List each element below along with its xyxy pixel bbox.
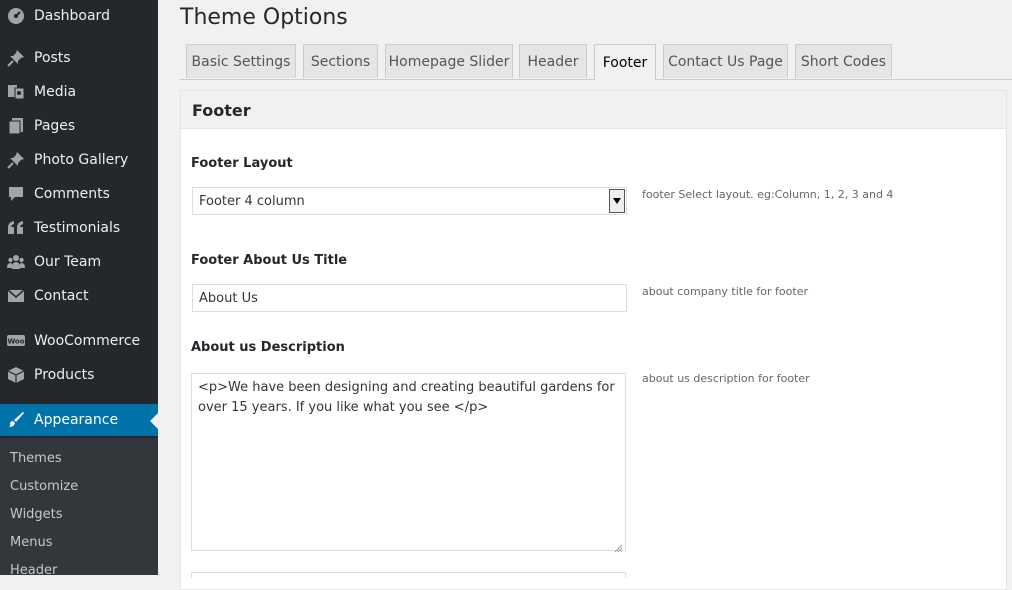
tab-sections[interactable]: Sections bbox=[303, 44, 378, 78]
sidebar-item-woocommerce[interactable]: Woo WooCommerce bbox=[0, 325, 158, 357]
sidebar-item-label: Appearance bbox=[34, 412, 119, 428]
sidebar-item-pages[interactable]: Pages bbox=[0, 110, 158, 142]
pin-icon bbox=[7, 49, 25, 67]
box-icon bbox=[7, 366, 25, 384]
submenu-item-menus[interactable]: Menus bbox=[10, 535, 52, 550]
submenu-item-customize[interactable]: Customize bbox=[10, 479, 78, 494]
sidebar-item-label: Testimonials bbox=[34, 220, 121, 236]
page-title: Theme Options bbox=[180, 5, 348, 30]
tab-footer[interactable]: Footer bbox=[594, 44, 656, 80]
appearance-submenu: Themes Customize Widgets Menus Header bbox=[0, 438, 158, 578]
sidebar-item-our-team[interactable]: Our Team bbox=[0, 246, 158, 278]
pin-icon bbox=[7, 151, 25, 169]
sidebar-item-label: Pages bbox=[34, 118, 76, 134]
brush-icon bbox=[7, 411, 25, 429]
about-description-value: <p>We have been designing and creating b… bbox=[198, 380, 615, 415]
quote-icon bbox=[7, 219, 25, 237]
comment-icon bbox=[7, 185, 25, 203]
sidebar-item-products[interactable]: Products bbox=[0, 359, 158, 391]
about-description-label: About us Description bbox=[191, 340, 345, 355]
panel-title: Footer bbox=[192, 101, 251, 120]
sidebar-item-media[interactable]: Media bbox=[0, 76, 158, 108]
tab-contact-us-page[interactable]: Contact Us Page bbox=[663, 44, 788, 78]
panel-header: Footer bbox=[181, 91, 1006, 129]
tab-homepage-slider[interactable]: Homepage Slider bbox=[385, 44, 513, 78]
sidebar-item-label: Comments bbox=[34, 186, 110, 202]
tab-basic-settings[interactable]: Basic Settings bbox=[186, 44, 296, 78]
sidebar-item-label: Products bbox=[34, 367, 95, 383]
pages-icon bbox=[7, 117, 25, 135]
sidebar-item-contact[interactable]: Contact bbox=[0, 280, 158, 312]
dashboard-icon bbox=[7, 7, 25, 25]
sidebar-item-label: Posts bbox=[34, 50, 71, 66]
about-title-description: about company title for footer bbox=[642, 285, 808, 298]
sidebar-item-testimonials[interactable]: Testimonials bbox=[0, 212, 158, 244]
about-title-value: About Us bbox=[199, 290, 258, 306]
sidebar-item-posts[interactable]: Posts bbox=[0, 42, 158, 74]
sidebar-item-label: Contact bbox=[34, 288, 89, 304]
tab-short-codes[interactable]: Short Codes bbox=[795, 44, 892, 78]
sidebar-item-label: Media bbox=[34, 84, 77, 100]
sidebar-item-label: WooCommerce bbox=[34, 333, 141, 349]
footer-layout-value: Footer 4 column bbox=[199, 193, 305, 209]
footer-layout-select[interactable]: Footer 4 column bbox=[192, 187, 627, 215]
mail-icon bbox=[7, 287, 25, 305]
about-title-label: Footer About Us Title bbox=[191, 253, 348, 268]
about-description-textarea[interactable]: <p>We have been designing and creating b… bbox=[191, 373, 626, 553]
admin-sidebar: Dashboard Posts Media Pages Photo Galler… bbox=[0, 0, 158, 578]
submenu-item-header[interactable]: Header bbox=[10, 563, 57, 578]
sidebar-item-appearance[interactable]: Appearance bbox=[0, 404, 158, 436]
sidebar-item-label: Dashboard bbox=[34, 8, 110, 24]
about-description-description: about us description for footer bbox=[642, 372, 810, 385]
sidebar-item-label: Our Team bbox=[34, 254, 102, 270]
sidebar-item-label: Photo Gallery bbox=[34, 152, 129, 168]
submenu-item-themes[interactable]: Themes bbox=[10, 451, 62, 466]
submenu-item-widgets[interactable]: Widgets bbox=[10, 507, 63, 522]
tab-header[interactable]: Header bbox=[519, 44, 587, 78]
about-title-input[interactable]: About Us bbox=[192, 284, 627, 312]
next-field-partial bbox=[191, 572, 626, 578]
woocommerce-icon: Woo bbox=[7, 332, 25, 350]
resize-grip-icon[interactable] bbox=[614, 539, 623, 553]
chevron-down-icon[interactable] bbox=[609, 189, 625, 213]
team-icon bbox=[7, 253, 25, 271]
footer-layout-label: Footer Layout bbox=[191, 156, 293, 171]
media-icon bbox=[7, 83, 25, 101]
footer-layout-description: footer Select layout. eg:Column, 1, 2, 3… bbox=[642, 188, 894, 201]
svg-text:Woo: Woo bbox=[7, 338, 24, 346]
sidebar-item-photo-gallery[interactable]: Photo Gallery bbox=[0, 144, 158, 176]
sidebar-item-dashboard[interactable]: Dashboard bbox=[0, 0, 158, 32]
sidebar-item-comments[interactable]: Comments bbox=[0, 178, 158, 210]
